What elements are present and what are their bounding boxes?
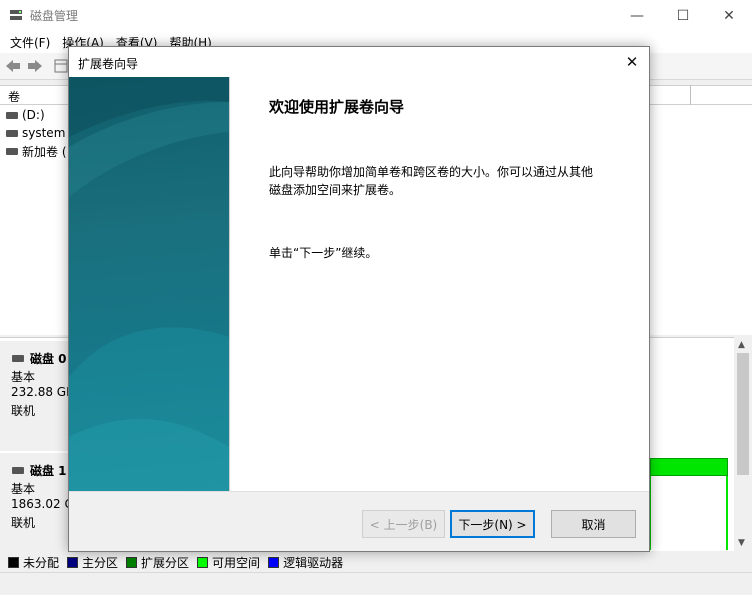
- back-button[interactable]: < 上一步(B): [362, 510, 445, 538]
- next-button[interactable]: 下一步(N) >: [450, 510, 535, 538]
- close-button[interactable]: ✕: [706, 0, 752, 31]
- legend-swatch: [67, 556, 79, 568]
- maximize-button[interactable]: ☐: [660, 0, 706, 31]
- banner-divider: [229, 77, 230, 491]
- disk-1-size: 1863.02 G: [11, 497, 74, 511]
- cancel-button[interactable]: 取消: [551, 510, 636, 538]
- dialog-close-button[interactable]: ✕: [622, 53, 642, 71]
- disk-icon: [12, 355, 24, 362]
- extend-volume-wizard: 扩展卷向导 ✕ 欢迎使用扩展卷向导 此向导帮助你增加简单卷和跨区卷的大小。你可以…: [68, 46, 650, 552]
- disk-management-icon: [8, 7, 24, 23]
- disk-0-name: 磁盘 0: [12, 350, 67, 367]
- legend-item: 扩展分区: [126, 554, 189, 571]
- volume-name: (D:): [22, 108, 45, 122]
- menu-file[interactable]: 文件(F): [4, 34, 56, 51]
- wizard-continue-hint: 单击“下一步”继续。: [269, 246, 378, 260]
- wizard-banner-image: [69, 77, 229, 491]
- legend-swatch: [126, 556, 138, 568]
- drive-icon: [6, 111, 18, 119]
- dialog-title: 扩展卷向导: [78, 57, 139, 71]
- legend-swatch: [197, 556, 209, 568]
- drive-icon: [6, 129, 18, 137]
- disk-icon: [12, 467, 24, 474]
- back-arrow-icon[interactable]: [4, 58, 22, 74]
- scrollbar-thumb[interactable]: [737, 353, 749, 475]
- legend-item: 主分区: [67, 554, 118, 571]
- disk-1-name: 磁盘 1: [12, 462, 67, 479]
- legend-item: 未分配: [8, 554, 59, 571]
- wizard-heading: 欢迎使用扩展卷向导: [269, 98, 405, 116]
- list-item[interactable]: 新加卷 (: [6, 142, 67, 160]
- legend-swatch: [8, 556, 19, 568]
- extended-partition-bar[interactable]: [650, 458, 728, 476]
- volume-name: 新加卷 (: [22, 144, 67, 159]
- scroll-up-icon[interactable]: ▲: [738, 340, 745, 350]
- disk-1-status: 联机: [11, 516, 36, 530]
- legend-item: 可用空间: [197, 554, 260, 571]
- disk-1-type: 基本: [11, 482, 36, 496]
- disk-0-type: 基本: [11, 370, 36, 384]
- status-bar: [0, 572, 752, 595]
- column-header-volume[interactable]: 卷: [8, 88, 20, 105]
- volume-name: system (: [22, 126, 74, 140]
- wizard-description: 此向导帮助你增加简单卷和跨区卷的大小。你可以通过从其他 磁盘添加空间来扩展卷。: [269, 165, 594, 197]
- disk-0-size: 232.88 GB: [11, 385, 75, 399]
- dialog-titlebar: [69, 47, 649, 77]
- legend-item: 逻辑驱动器: [268, 554, 343, 571]
- minimize-button[interactable]: —: [614, 0, 660, 31]
- window-title: 磁盘管理: [30, 9, 79, 23]
- extended-partition-body[interactable]: [650, 476, 728, 550]
- legend-swatch: [268, 556, 280, 568]
- scroll-down-icon[interactable]: ▼: [738, 538, 745, 548]
- column-separator[interactable]: [690, 85, 691, 105]
- disk-0-status: 联机: [11, 404, 36, 418]
- forward-arrow-icon[interactable]: [26, 58, 44, 74]
- partition-legend: 未分配 主分区 扩展分区 可用空间 逻辑驱动器: [0, 552, 752, 572]
- drive-icon: [6, 147, 18, 155]
- list-item[interactable]: (D:): [6, 106, 45, 124]
- list-item[interactable]: system (: [6, 124, 74, 142]
